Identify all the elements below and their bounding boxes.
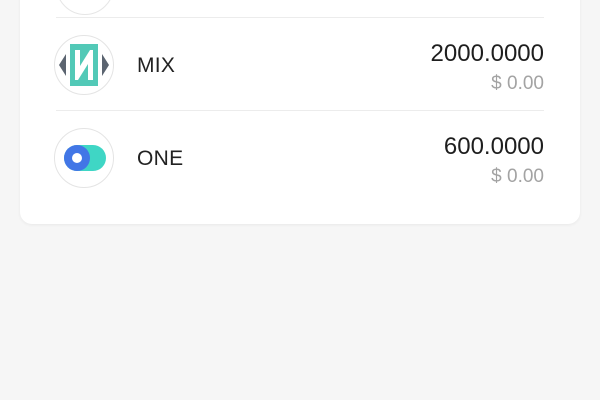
token-list-card: MIX 2000.0000 $ 0.00 ONE 600.0000 $ 0.00: [20, 0, 580, 224]
token-avatar: [54, 128, 114, 188]
token-list-item-partial[interactable]: [20, 0, 580, 17]
mix-logo-icon: [59, 44, 109, 86]
token-fiat-value: $ 0.00: [491, 166, 544, 187]
token-symbol: ONE: [137, 147, 184, 170]
token-amount: 600.0000: [443, 133, 544, 160]
token-avatar: [54, 35, 114, 95]
token-list-item-mix[interactable]: MIX 2000.0000 $ 0.00: [20, 18, 580, 110]
token-list-item-one[interactable]: ONE 600.0000 $ 0.00: [20, 111, 580, 203]
token-fiat-value: $ 0.00: [491, 73, 544, 94]
token-symbol: MIX: [137, 54, 176, 77]
token-avatar: [56, 0, 114, 15]
token-amount: 2000.0000: [430, 40, 544, 67]
harmony-one-logo-icon: [64, 145, 106, 171]
